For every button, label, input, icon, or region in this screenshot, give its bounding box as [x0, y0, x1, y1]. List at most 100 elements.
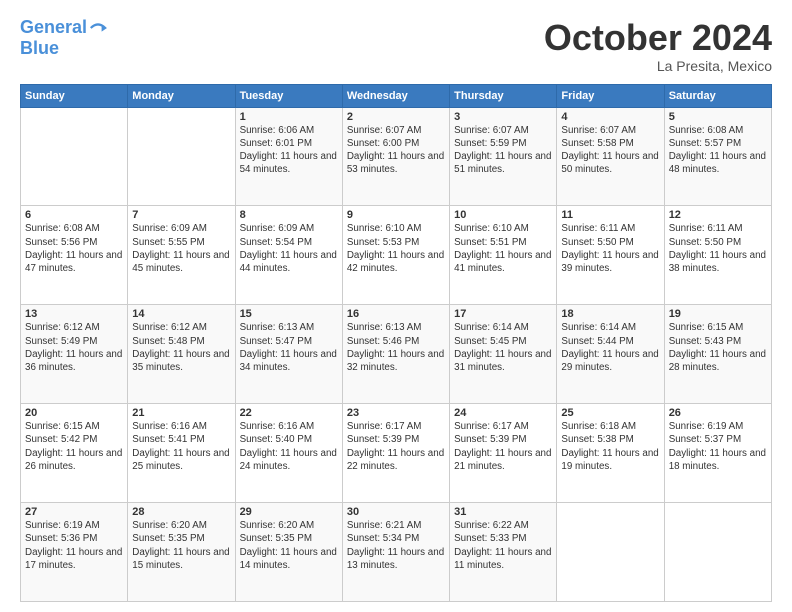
- day-number: 1: [240, 111, 338, 123]
- header-friday: Friday: [557, 84, 664, 107]
- table-row: 2Sunrise: 6:07 AM Sunset: 6:00 PM Daylig…: [342, 107, 449, 206]
- calendar-week-1: 6Sunrise: 6:08 AM Sunset: 5:56 PM Daylig…: [21, 206, 772, 305]
- day-number: 26: [669, 407, 767, 419]
- month-title: October 2024: [544, 18, 772, 58]
- table-row: 18Sunrise: 6:14 AM Sunset: 5:44 PM Dayli…: [557, 305, 664, 404]
- table-row: 5Sunrise: 6:08 AM Sunset: 5:57 PM Daylig…: [664, 107, 771, 206]
- day-number: 24: [454, 407, 552, 419]
- calendar-page: General Blue October 2024 La Presita, Me…: [0, 0, 792, 612]
- table-row: 27Sunrise: 6:19 AM Sunset: 5:36 PM Dayli…: [21, 503, 128, 602]
- table-row: 29Sunrise: 6:20 AM Sunset: 5:35 PM Dayli…: [235, 503, 342, 602]
- day-number: 4: [561, 111, 659, 123]
- table-row: 13Sunrise: 6:12 AM Sunset: 5:49 PM Dayli…: [21, 305, 128, 404]
- day-info: Sunrise: 6:19 AM Sunset: 5:37 PM Dayligh…: [669, 420, 767, 473]
- day-info: Sunrise: 6:14 AM Sunset: 5:45 PM Dayligh…: [454, 321, 552, 374]
- day-number: 22: [240, 407, 338, 419]
- day-number: 9: [347, 209, 445, 221]
- day-info: Sunrise: 6:18 AM Sunset: 5:38 PM Dayligh…: [561, 420, 659, 473]
- day-number: 3: [454, 111, 552, 123]
- day-info: Sunrise: 6:10 AM Sunset: 5:53 PM Dayligh…: [347, 222, 445, 275]
- calendar-week-2: 13Sunrise: 6:12 AM Sunset: 5:49 PM Dayli…: [21, 305, 772, 404]
- day-info: Sunrise: 6:16 AM Sunset: 5:40 PM Dayligh…: [240, 420, 338, 473]
- day-number: 28: [132, 506, 230, 518]
- day-number: 11: [561, 209, 659, 221]
- header-monday: Monday: [128, 84, 235, 107]
- day-info: Sunrise: 6:20 AM Sunset: 5:35 PM Dayligh…: [132, 519, 230, 572]
- day-info: Sunrise: 6:22 AM Sunset: 5:33 PM Dayligh…: [454, 519, 552, 572]
- header-tuesday: Tuesday: [235, 84, 342, 107]
- day-info: Sunrise: 6:17 AM Sunset: 5:39 PM Dayligh…: [347, 420, 445, 473]
- logo-icon: [89, 19, 107, 37]
- table-row: 31Sunrise: 6:22 AM Sunset: 5:33 PM Dayli…: [450, 503, 557, 602]
- day-info: Sunrise: 6:19 AM Sunset: 5:36 PM Dayligh…: [25, 519, 123, 572]
- day-number: 25: [561, 407, 659, 419]
- table-row: 24Sunrise: 6:17 AM Sunset: 5:39 PM Dayli…: [450, 404, 557, 503]
- day-number: 23: [347, 407, 445, 419]
- header-sunday: Sunday: [21, 84, 128, 107]
- day-number: 29: [240, 506, 338, 518]
- table-row: 17Sunrise: 6:14 AM Sunset: 5:45 PM Dayli…: [450, 305, 557, 404]
- calendar-week-0: 1Sunrise: 6:06 AM Sunset: 6:01 PM Daylig…: [21, 107, 772, 206]
- title-block: October 2024 La Presita, Mexico: [544, 18, 772, 74]
- day-info: Sunrise: 6:17 AM Sunset: 5:39 PM Dayligh…: [454, 420, 552, 473]
- table-row: [21, 107, 128, 206]
- day-number: 21: [132, 407, 230, 419]
- day-number: 14: [132, 308, 230, 320]
- day-info: Sunrise: 6:09 AM Sunset: 5:54 PM Dayligh…: [240, 222, 338, 275]
- logo: General Blue: [20, 18, 107, 59]
- logo-line2: Blue: [20, 38, 107, 59]
- header: General Blue October 2024 La Presita, Me…: [20, 18, 772, 74]
- day-info: Sunrise: 6:21 AM Sunset: 5:34 PM Dayligh…: [347, 519, 445, 572]
- table-row: 30Sunrise: 6:21 AM Sunset: 5:34 PM Dayli…: [342, 503, 449, 602]
- table-row: 3Sunrise: 6:07 AM Sunset: 5:59 PM Daylig…: [450, 107, 557, 206]
- day-number: 15: [240, 308, 338, 320]
- day-info: Sunrise: 6:15 AM Sunset: 5:42 PM Dayligh…: [25, 420, 123, 473]
- table-row: 15Sunrise: 6:13 AM Sunset: 5:47 PM Dayli…: [235, 305, 342, 404]
- logo-line1: General: [20, 18, 107, 38]
- table-row: [557, 503, 664, 602]
- day-number: 27: [25, 506, 123, 518]
- day-info: Sunrise: 6:11 AM Sunset: 5:50 PM Dayligh…: [669, 222, 767, 275]
- day-info: Sunrise: 6:14 AM Sunset: 5:44 PM Dayligh…: [561, 321, 659, 374]
- table-row: 1Sunrise: 6:06 AM Sunset: 6:01 PM Daylig…: [235, 107, 342, 206]
- day-number: 7: [132, 209, 230, 221]
- table-row: [128, 107, 235, 206]
- table-row: 25Sunrise: 6:18 AM Sunset: 5:38 PM Dayli…: [557, 404, 664, 503]
- table-row: 16Sunrise: 6:13 AM Sunset: 5:46 PM Dayli…: [342, 305, 449, 404]
- day-info: Sunrise: 6:07 AM Sunset: 5:58 PM Dayligh…: [561, 124, 659, 177]
- day-number: 16: [347, 308, 445, 320]
- day-info: Sunrise: 6:10 AM Sunset: 5:51 PM Dayligh…: [454, 222, 552, 275]
- table-row: 11Sunrise: 6:11 AM Sunset: 5:50 PM Dayli…: [557, 206, 664, 305]
- location: La Presita, Mexico: [544, 58, 772, 74]
- table-row: 6Sunrise: 6:08 AM Sunset: 5:56 PM Daylig…: [21, 206, 128, 305]
- day-number: 6: [25, 209, 123, 221]
- day-number: 31: [454, 506, 552, 518]
- day-info: Sunrise: 6:12 AM Sunset: 5:49 PM Dayligh…: [25, 321, 123, 374]
- day-info: Sunrise: 6:09 AM Sunset: 5:55 PM Dayligh…: [132, 222, 230, 275]
- day-info: Sunrise: 6:08 AM Sunset: 5:57 PM Dayligh…: [669, 124, 767, 177]
- table-row: 21Sunrise: 6:16 AM Sunset: 5:41 PM Dayli…: [128, 404, 235, 503]
- day-number: 20: [25, 407, 123, 419]
- day-info: Sunrise: 6:20 AM Sunset: 5:35 PM Dayligh…: [240, 519, 338, 572]
- table-row: [664, 503, 771, 602]
- day-info: Sunrise: 6:07 AM Sunset: 6:00 PM Dayligh…: [347, 124, 445, 177]
- day-number: 8: [240, 209, 338, 221]
- header-wednesday: Wednesday: [342, 84, 449, 107]
- day-number: 17: [454, 308, 552, 320]
- day-info: Sunrise: 6:11 AM Sunset: 5:50 PM Dayligh…: [561, 222, 659, 275]
- day-info: Sunrise: 6:06 AM Sunset: 6:01 PM Dayligh…: [240, 124, 338, 177]
- day-number: 2: [347, 111, 445, 123]
- table-row: 20Sunrise: 6:15 AM Sunset: 5:42 PM Dayli…: [21, 404, 128, 503]
- table-row: 23Sunrise: 6:17 AM Sunset: 5:39 PM Dayli…: [342, 404, 449, 503]
- weekday-header-row: Sunday Monday Tuesday Wednesday Thursday…: [21, 84, 772, 107]
- table-row: 8Sunrise: 6:09 AM Sunset: 5:54 PM Daylig…: [235, 206, 342, 305]
- header-saturday: Saturday: [664, 84, 771, 107]
- day-number: 5: [669, 111, 767, 123]
- table-row: 12Sunrise: 6:11 AM Sunset: 5:50 PM Dayli…: [664, 206, 771, 305]
- day-info: Sunrise: 6:08 AM Sunset: 5:56 PM Dayligh…: [25, 222, 123, 275]
- day-number: 13: [25, 308, 123, 320]
- day-number: 18: [561, 308, 659, 320]
- table-row: 4Sunrise: 6:07 AM Sunset: 5:58 PM Daylig…: [557, 107, 664, 206]
- calendar-week-3: 20Sunrise: 6:15 AM Sunset: 5:42 PM Dayli…: [21, 404, 772, 503]
- day-info: Sunrise: 6:12 AM Sunset: 5:48 PM Dayligh…: [132, 321, 230, 374]
